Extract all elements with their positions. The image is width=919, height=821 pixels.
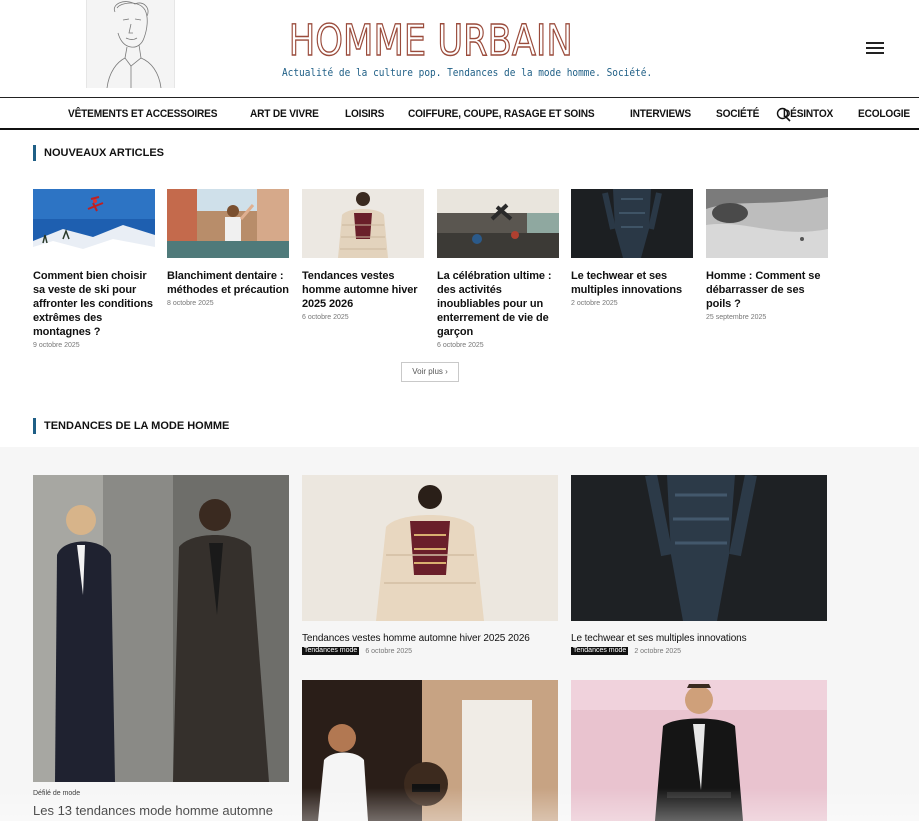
article-card[interactable]: Le techwear et ses multiples innovations…	[571, 189, 693, 307]
trend-card-title[interactable]: Le techwear et ses multiples innovations	[571, 633, 827, 644]
article-thumbnail[interactable]	[302, 189, 424, 258]
article-card[interactable]: Comment bien choisir sa veste de ski pou…	[33, 189, 155, 349]
search-icon[interactable]	[776, 107, 791, 122]
article-thumbnail[interactable]	[437, 189, 559, 258]
category-badge[interactable]: Tendances mode	[302, 647, 360, 655]
brand-block[interactable]: HOMME URBAIN Actualité de la culture pop…	[258, 14, 653, 79]
logo-sketch-image[interactable]	[86, 0, 175, 88]
section-heading-trends: TENDANCES DE LA MODE HOMME	[33, 418, 229, 434]
trend-card-image[interactable]	[302, 680, 558, 821]
article-card[interactable]: Blanchiment dentaire : méthodes et préca…	[167, 189, 289, 307]
see-more-button[interactable]: Voir plus ›	[401, 362, 459, 382]
article-date: 2 octobre 2025	[571, 300, 618, 307]
article-thumbnail[interactable]	[706, 189, 828, 258]
site-tagline: Actualité de la culture pop. Tendances d…	[281, 66, 653, 79]
article-title[interactable]: Le techwear et ses multiples innovations	[571, 269, 693, 297]
article-title[interactable]: La célébration ultime : des activités in…	[437, 269, 559, 339]
nav-item-coiffure[interactable]: COIFFURE, COUPE, RASAGE ET SOINS	[408, 108, 595, 120]
nav-item-loisirs[interactable]: LOISIRS	[345, 108, 384, 120]
featured-article-image[interactable]	[33, 475, 289, 782]
hamburger-menu-icon[interactable]	[866, 42, 884, 55]
article-date: 6 octobre 2025	[437, 342, 484, 349]
article-thumbnail[interactable]	[571, 189, 693, 258]
article-title[interactable]: Tendances vestes homme automne hiver 202…	[302, 269, 424, 311]
trend-card-image[interactable]	[571, 475, 827, 621]
article-date: 8 octobre 2025	[167, 300, 214, 307]
main-navigation: VÊTEMENTS ET ACCESSOIRES ART DE VIVRE LO…	[0, 97, 919, 130]
article-card[interactable]: La célébration ultime : des activités in…	[437, 189, 559, 349]
trend-card[interactable]: Le techwear et ses multiples innovations…	[571, 475, 827, 655]
chevron-right-icon: ›	[445, 367, 448, 376]
category-badge[interactable]: Tendances mode	[571, 647, 629, 655]
trend-card-date: 2 octobre 2025	[634, 647, 682, 655]
section-heading-new-articles: NOUVEAUX ARTICLES	[33, 145, 164, 161]
site-header: HOMME URBAIN Actualité de la culture pop…	[0, 0, 919, 97]
article-date: 9 octobre 2025	[33, 342, 80, 349]
trend-card[interactable]: Tendances vestes homme automne hiver 202…	[302, 475, 558, 655]
trend-card-title[interactable]: Tendances vestes homme automne hiver 202…	[302, 633, 558, 644]
trend-card-date: 6 octobre 2025	[365, 647, 413, 655]
article-title[interactable]: Homme : Comment se débarrasser de ses po…	[706, 269, 828, 311]
see-more-label: Voir plus	[412, 367, 443, 376]
article-thumbnail[interactable]	[167, 189, 289, 258]
article-card[interactable]: Tendances vestes homme automne hiver 202…	[302, 189, 424, 321]
nav-item-vetements[interactable]: VÊTEMENTS ET ACCESSOIRES	[68, 108, 217, 120]
nav-item-ecologie[interactable]: ECOLOGIE	[858, 108, 910, 120]
trend-card-image[interactable]	[302, 475, 558, 621]
article-thumbnail[interactable]	[33, 189, 155, 258]
article-title[interactable]: Blanchiment dentaire : méthodes et préca…	[167, 269, 289, 297]
trend-card-image[interactable]	[571, 680, 827, 821]
featured-article-category[interactable]: Défilé de mode	[33, 790, 80, 797]
article-title[interactable]: Comment bien choisir sa veste de ski pou…	[33, 269, 155, 339]
featured-article-title[interactable]: Les 13 tendances mode homme automne	[33, 803, 273, 818]
site-title[interactable]: HOMME URBAIN	[288, 14, 573, 68]
nav-item-societe[interactable]: SOCIÉTÉ	[716, 108, 759, 120]
article-card[interactable]: Homme : Comment se débarrasser de ses po…	[706, 189, 828, 321]
article-date: 6 octobre 2025	[302, 314, 349, 321]
nav-item-interviews[interactable]: INTERVIEWS	[630, 108, 691, 120]
article-date: 25 septembre 2025	[706, 314, 767, 321]
nav-item-art-de-vivre[interactable]: ART DE VIVRE	[250, 108, 319, 120]
